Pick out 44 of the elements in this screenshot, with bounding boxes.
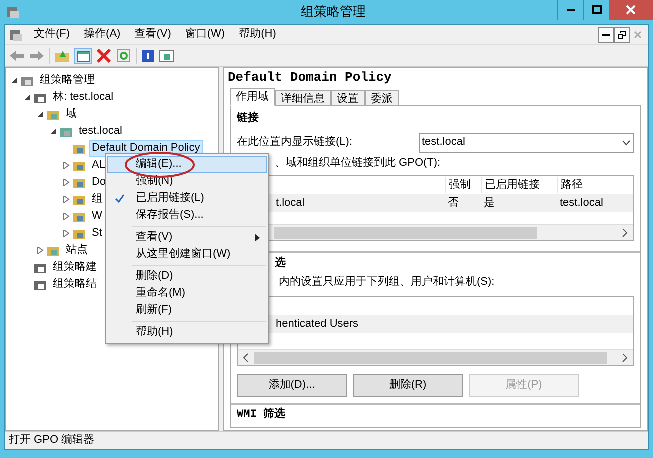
tree-item[interactable]: 组策略建 [50,259,100,276]
tree-item[interactable]: 林: test.local [50,89,117,106]
window-title: 组策略管理 [301,3,366,22]
location-dropdown[interactable]: test.local [419,132,634,152]
field-label: 在此位置内显示链接(L): [237,134,354,150]
table-cell-text: t.local [275,196,306,211]
tree-item[interactable]: 组策略管理 [37,72,98,89]
tab[interactable]: 详细信息 [275,90,331,106]
menu-item[interactable]: 操作(A) [77,26,128,43]
field-label: 、域和组织单位链接到此 GPO(T): [274,156,442,170]
tree-item[interactable]: 站点 [63,242,91,259]
menu-item[interactable]: 删除(D) [107,268,267,285]
tree-item[interactable]: AL [89,157,108,174]
table-cell-text: 否 [447,196,460,211]
tree-item[interactable]: 组 [89,191,106,208]
column-header[interactable]: 路径 [557,176,633,194]
tree-item[interactable]: St [89,225,106,242]
column-header[interactable]: 强制 [445,176,481,194]
section-heading: WMI 筛选 [237,407,286,423]
column-header[interactable]: 已启用链接 [481,176,557,194]
menu-item[interactable]: 查看(V) [128,26,178,43]
menu-item[interactable]: 文件(F) [27,26,78,43]
section-heading: 选 [274,256,287,271]
policy-title: Default Domain Policy [227,70,393,86]
tab[interactable]: 委派 [365,90,399,106]
tree-item[interactable]: W [89,208,106,225]
menu-item[interactable]: 重命名(M) [107,285,267,302]
table-cell-text: test.local [559,196,604,211]
menu-item[interactable]: 帮助(H) [232,26,284,43]
tree-item[interactable]: test.local [76,123,126,140]
menu-item[interactable]: 从这里创建窗口(W) [107,246,267,263]
section-heading: 链接 [237,110,260,126]
menu-item[interactable]: 窗口(W) [178,26,232,43]
tab[interactable]: 设置 [331,90,365,106]
tree-item[interactable]: 域 [63,106,80,123]
dialog-button[interactable]: 删除(R) [353,374,463,397]
menu-item[interactable]: 查看(V) [107,229,267,246]
table-cell-text: 是 [483,196,496,211]
tree-item[interactable]: 组策略结 [50,276,100,293]
tab[interactable]: 作用域 [230,88,275,106]
dialog-button[interactable]: 添加(D)... [237,374,347,397]
status-text: 打开 GPO 编辑器 [8,433,96,448]
menu-item[interactable]: 编辑(E)... [107,156,267,173]
field-label: 内的设置只应用于下列组、用户和计算机(S): [278,274,496,290]
